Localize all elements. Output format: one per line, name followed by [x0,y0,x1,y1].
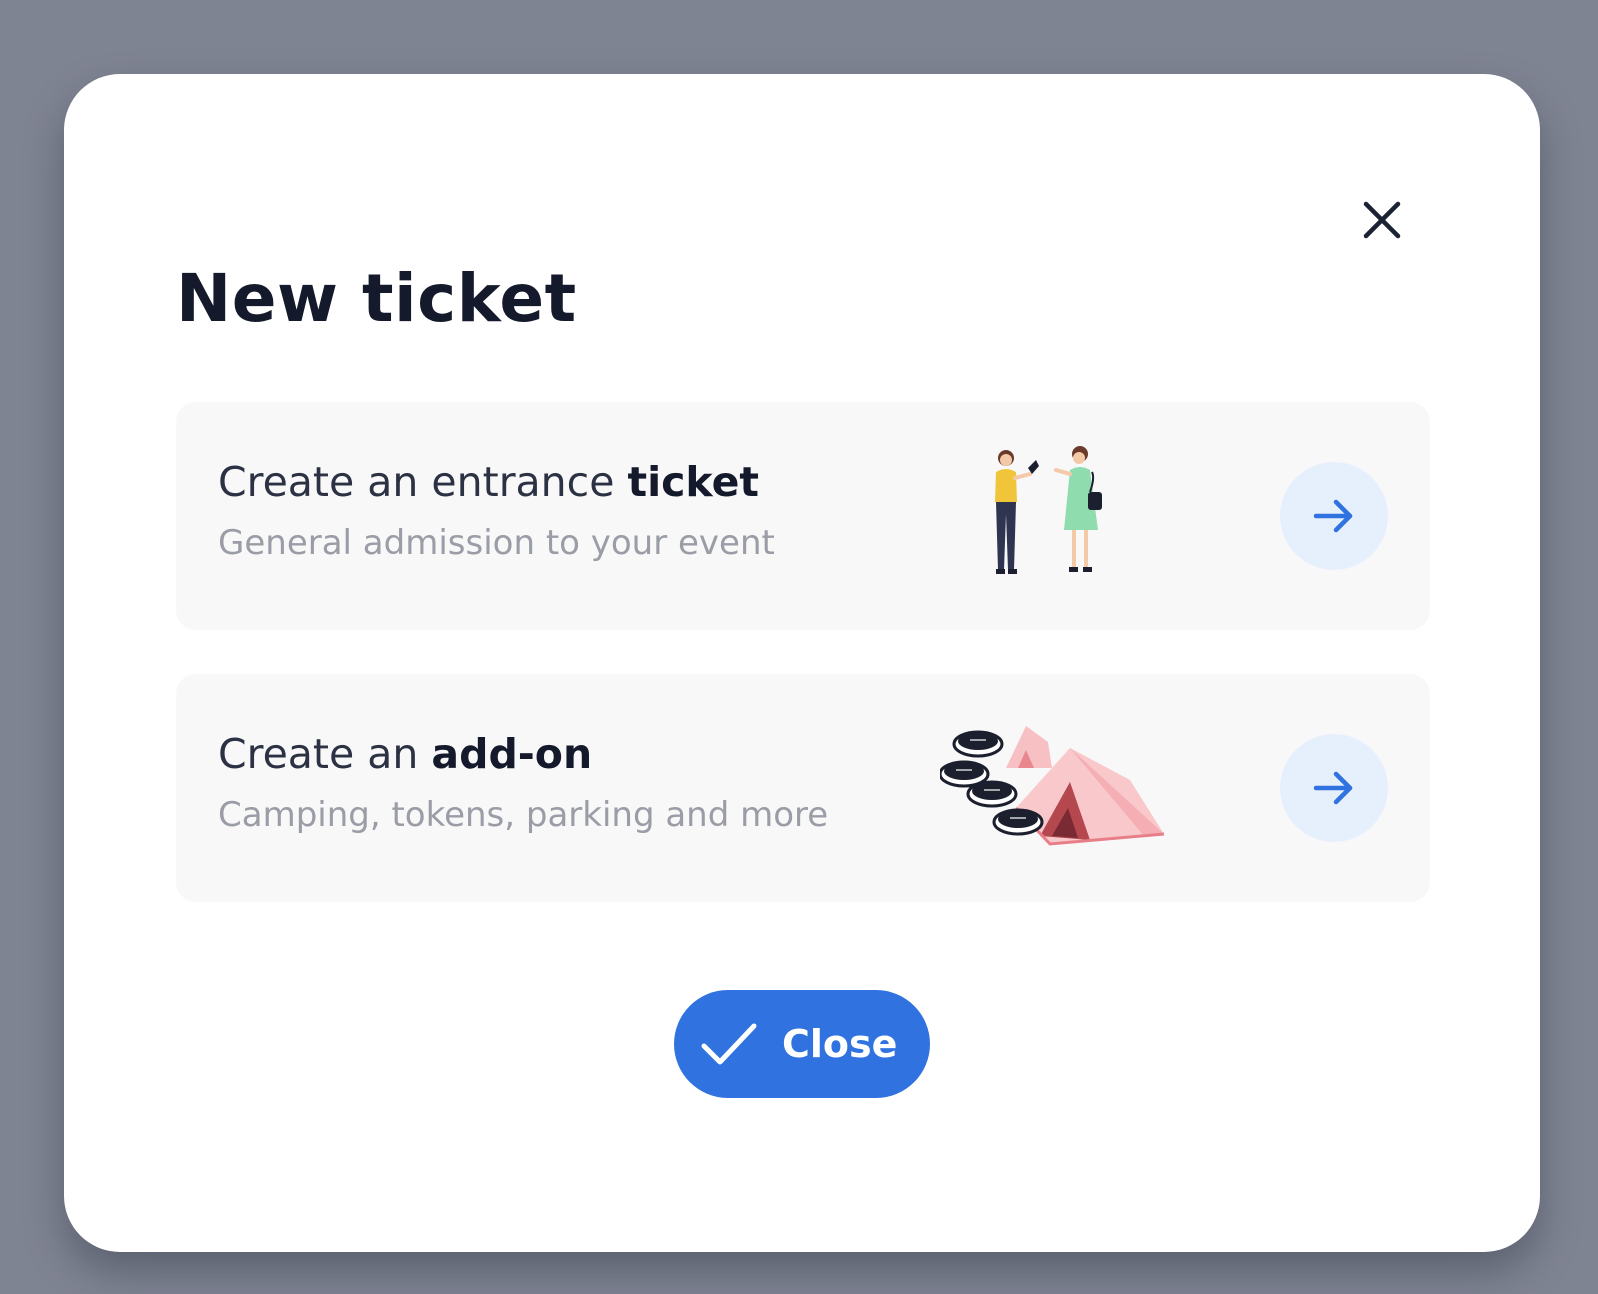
option-add-on[interactable]: Create an add-on Camping, tokens, parkin… [176,674,1430,902]
option-subtitle: General admission to your event [218,523,775,563]
two-people-illustration [984,444,1114,586]
close-icon[interactable] [1360,198,1404,242]
dialog-title: New ticket [176,260,577,337]
arrow-right-icon [1313,771,1353,805]
option-heading-bold: add-on [431,730,593,778]
option-add-on-arrow-button[interactable] [1280,734,1388,842]
option-entrance-arrow-button[interactable] [1280,462,1388,570]
new-ticket-dialog: New ticket Create an entrance ticket Gen… [64,74,1540,1252]
close-button[interactable]: Close [674,990,930,1098]
tent-tokens-illustration [938,724,1172,854]
option-heading-prefix: Create an [218,730,432,778]
check-icon [701,1023,757,1065]
option-heading: Create an add-on [218,726,592,782]
option-heading-bold: ticket [627,458,759,506]
option-entrance-ticket[interactable]: Create an entrance ticket General admiss… [176,402,1430,630]
option-subtitle: Camping, tokens, parking and more [218,795,829,835]
close-button-label: Close [782,1022,898,1066]
arrow-right-icon [1313,499,1353,533]
option-heading-prefix: Create an entrance [218,458,628,506]
option-heading: Create an entrance ticket [218,454,759,510]
